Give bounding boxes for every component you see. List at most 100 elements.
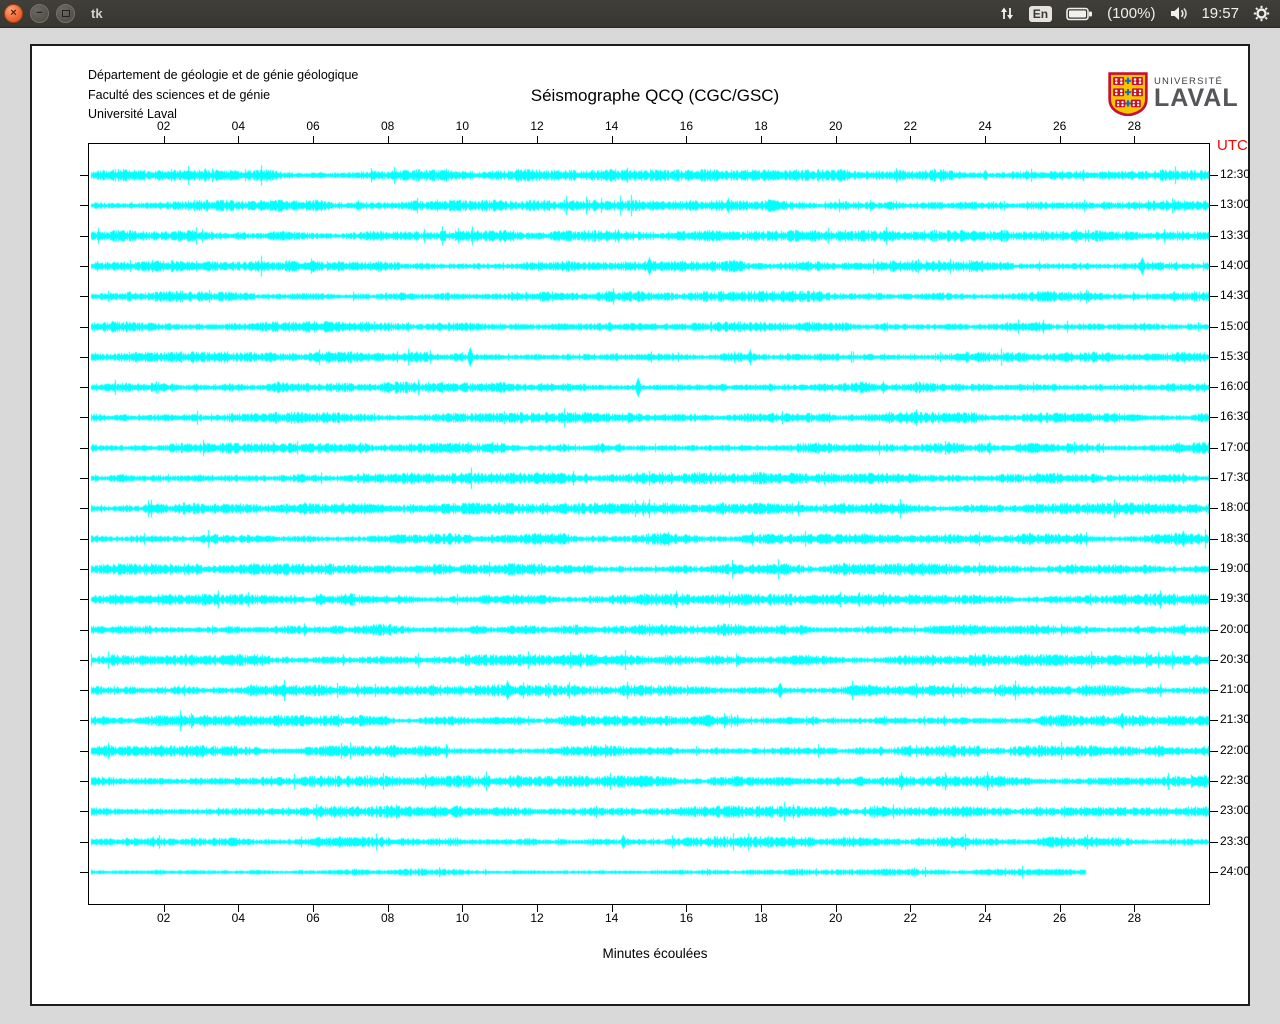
trace-tick-left [80,205,88,206]
x-tick-label-top: 12 [522,119,552,133]
window-title: tk [91,6,103,21]
trace-time-label: 13:30 [1220,228,1250,242]
x-tick-label-top: 26 [1045,119,1075,133]
trace-tick-left [80,236,88,237]
maximize-icon [62,10,70,17]
trace-tick-left [80,660,88,661]
close-button[interactable]: × [4,4,23,23]
x-tick-top [910,136,911,143]
network-arrows-icon[interactable] [999,5,1015,22]
seismogram-canvas [89,144,1209,904]
clock[interactable]: 19:57 [1201,5,1239,22]
battery-percentage[interactable]: (100%) [1107,5,1155,22]
x-tick-label-bottom: 04 [223,911,253,925]
trace-tick-left [80,569,88,570]
utc-axis-label: UTC [1217,137,1248,154]
system-tray: En (100%) 19:57 [999,5,1280,22]
trace-time-label: 18:30 [1220,531,1250,545]
x-tick-top [462,136,463,143]
x-tick-label-bottom: 16 [671,911,701,925]
minimize-button[interactable]: − [30,4,49,23]
trace-time-label: 13:00 [1220,197,1250,211]
trace-tick-left [80,417,88,418]
laval-crest-icon [1108,72,1148,121]
x-tick-top [1060,136,1061,143]
x-tick-label-top: 18 [746,119,776,133]
window-controls: × − [4,4,75,23]
trace-tick-left [80,266,88,267]
trace-tick-left [80,842,88,843]
trace-time-label: 21:30 [1220,712,1250,726]
trace-time-label: 12:30 [1220,167,1250,181]
x-tick-label-top: 22 [895,119,925,133]
trace-time-label: 18:00 [1220,500,1250,514]
trace-tick-left [80,539,88,540]
trace-time-label: 24:00 [1220,864,1250,878]
trace-tick-right [1210,266,1218,267]
trace-time-label: 22:00 [1220,743,1250,757]
x-tick-top [164,136,165,143]
x-tick-label-top: 06 [298,119,328,133]
keyboard-layout-indicator[interactable]: En [1029,6,1052,22]
trace-tick-right [1210,539,1218,540]
trace-time-label: 19:30 [1220,591,1250,605]
trace-time-label: 23:30 [1220,834,1250,848]
x-axis-title: Minutes écoulées [490,946,820,961]
trace-tick-right [1210,569,1218,570]
top-panel: × − tk En (100%) [0,0,1280,28]
trace-tick-left [80,690,88,691]
x-tick-top [388,136,389,143]
trace-tick-left [80,630,88,631]
x-tick-top [836,136,837,143]
minimize-icon: − [36,8,42,19]
trace-tick-left [80,296,88,297]
x-tick-label-bottom: 06 [298,911,328,925]
trace-tick-right [1210,720,1218,721]
trace-time-label: 17:30 [1220,470,1250,484]
trace-tick-right [1210,175,1218,176]
laval-wordmark-line2: LAVAL [1154,87,1239,110]
x-tick-label-top: 20 [821,119,851,133]
trace-time-label: 16:00 [1220,379,1250,393]
trace-time-label: 15:30 [1220,349,1250,363]
battery-icon[interactable] [1066,7,1093,21]
trace-time-label: 14:00 [1220,258,1250,272]
x-tick-label-bottom: 24 [970,911,1000,925]
trace-tick-left [80,781,88,782]
x-tick-top [761,136,762,143]
x-tick-top [686,136,687,143]
x-tick-label-bottom: 18 [746,911,776,925]
x-tick-top [985,136,986,143]
gear-icon[interactable] [1253,5,1270,22]
trace-tick-right [1210,630,1218,631]
x-tick-label-bottom: 26 [1045,911,1075,925]
trace-tick-right [1210,690,1218,691]
trace-tick-right [1210,599,1218,600]
x-tick-label-bottom: 22 [895,911,925,925]
close-icon: × [10,8,16,19]
laval-wordmark: UNIVERSITÉ LAVAL [1154,76,1239,110]
x-tick-label-top: 28 [1119,119,1149,133]
x-tick-label-top: 24 [970,119,1000,133]
x-tick-label-bottom: 12 [522,911,552,925]
trace-tick-right [1210,751,1218,752]
trace-tick-right [1210,357,1218,358]
x-tick-top [313,136,314,143]
tk-window: Département de géologie et de génie géol… [30,44,1250,1006]
trace-time-label: 17:00 [1220,440,1250,454]
trace-time-label: 14:30 [1220,288,1250,302]
trace-tick-left [80,811,88,812]
x-tick-top [1134,136,1135,143]
trace-time-label: 20:30 [1220,652,1250,666]
x-tick-label-bottom: 28 [1119,911,1149,925]
trace-tick-right [1210,872,1218,873]
maximize-button[interactable] [56,4,75,23]
x-tick-label-bottom: 02 [149,911,179,925]
trace-tick-left [80,357,88,358]
trace-time-label: 23:00 [1220,803,1250,817]
x-tick-label-bottom: 10 [447,911,477,925]
universite-laval-logo: UNIVERSITÉ LAVAL [1108,72,1239,121]
trace-tick-left [80,508,88,509]
x-tick-label-top: 10 [447,119,477,133]
volume-icon[interactable] [1169,6,1187,21]
